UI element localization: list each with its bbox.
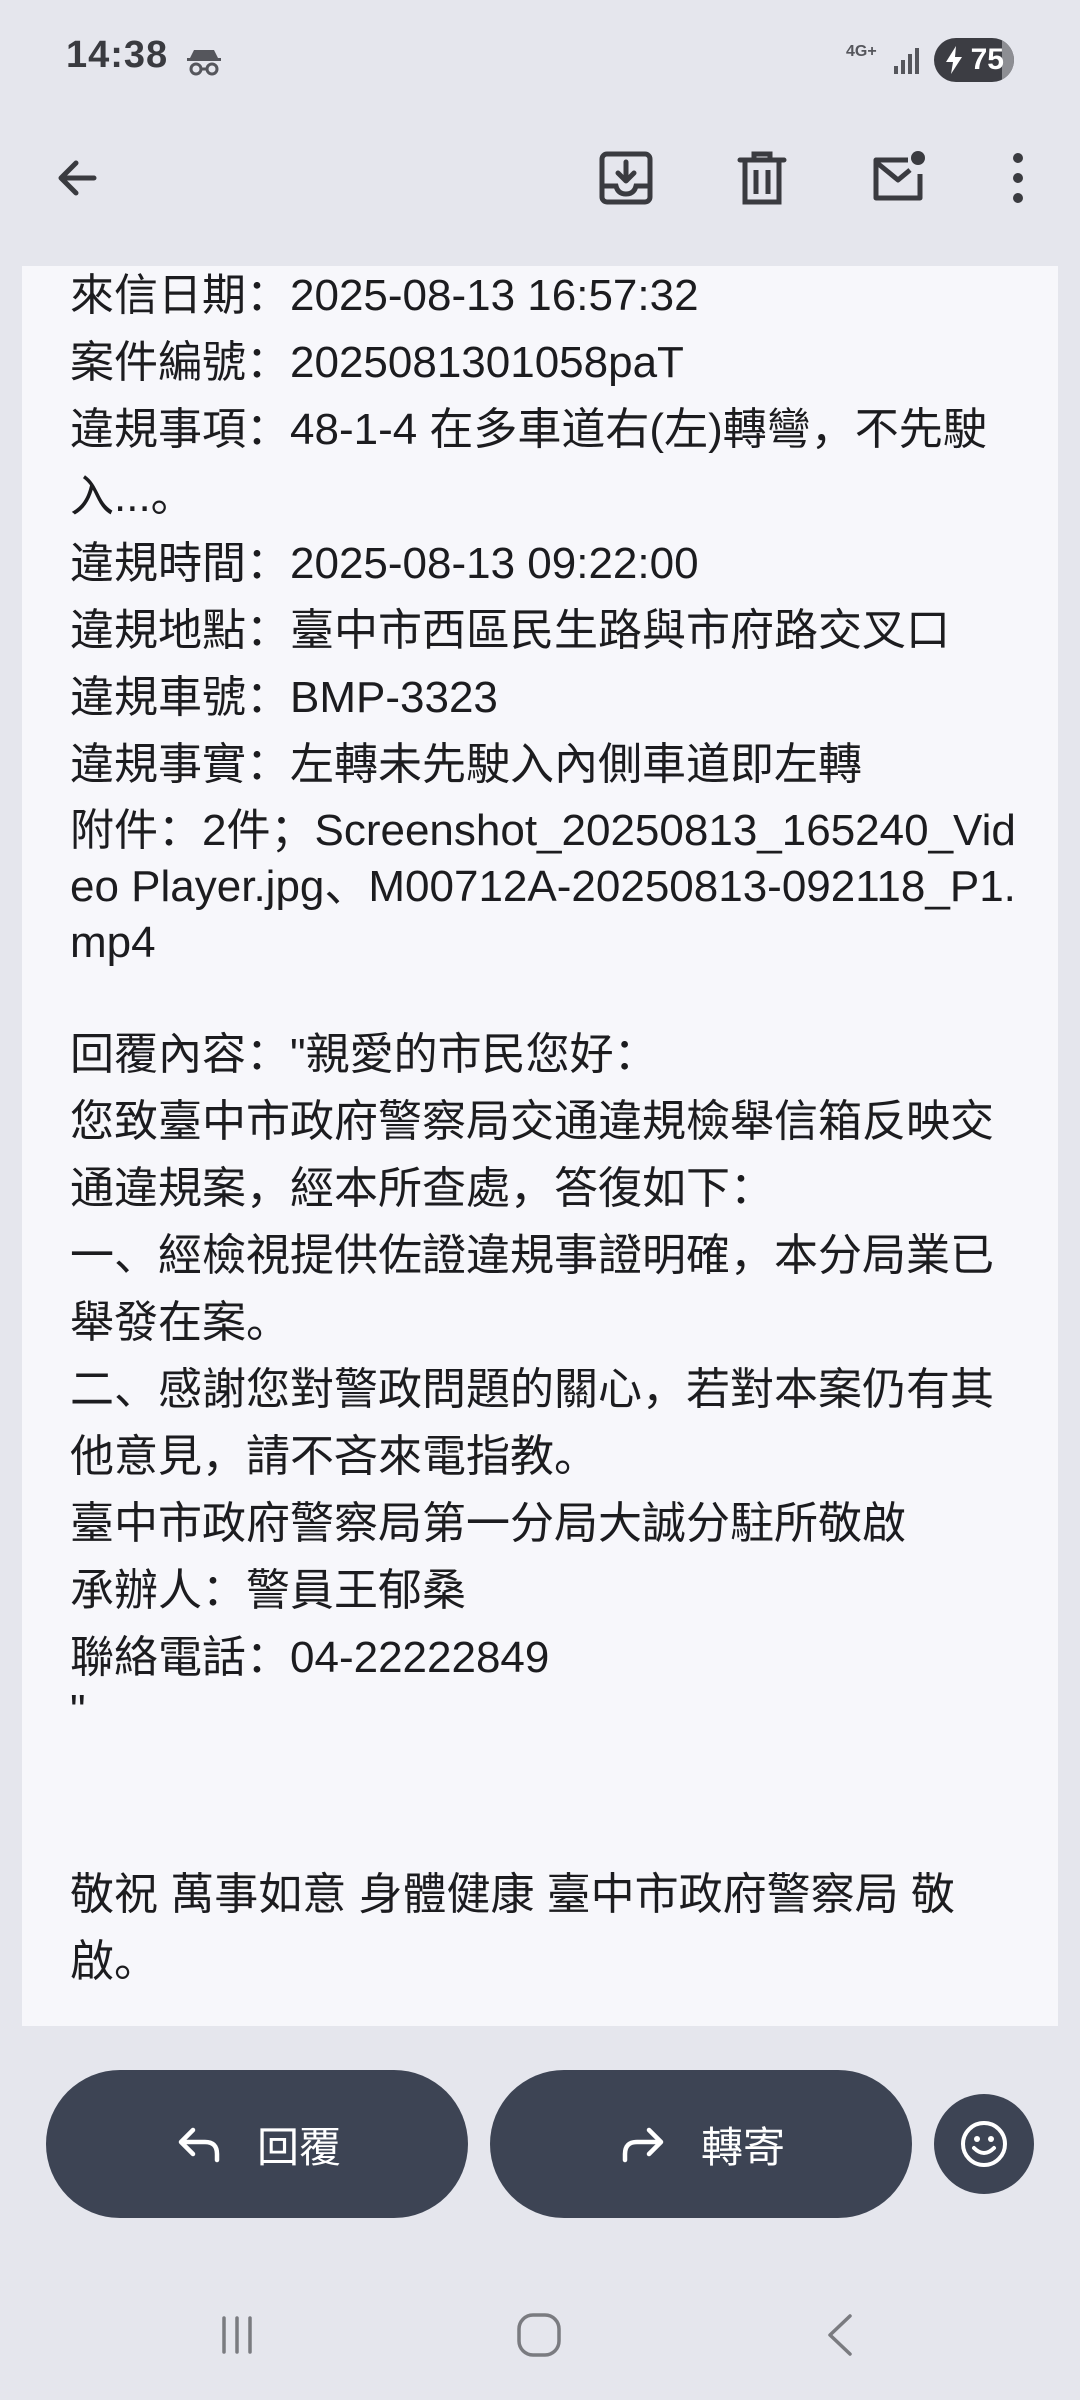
back-chevron-icon xyxy=(828,2314,852,2356)
status-bar: 14:38 4G+ 75 xyxy=(0,0,1080,120)
email-body: 來信日期：2025-08-13 16:57:32 案件編號：2025081301… xyxy=(70,266,1030,1995)
mark-unread-icon xyxy=(873,151,925,201)
smiley-icon xyxy=(961,2121,1007,2167)
recent-apps-icon xyxy=(222,2316,252,2354)
reply-paragraph-one: 一、經檢視提供佐證違規事證明確，本分局業已舉發在案。 xyxy=(70,1231,994,1347)
reply-closing-quote: " xyxy=(70,1686,86,1735)
more-vert-icon xyxy=(1013,153,1023,203)
forward-button[interactable]: 轉寄 xyxy=(490,2070,912,2218)
home-button[interactable] xyxy=(494,2290,584,2380)
battery-indicator: 75 xyxy=(934,38,1014,82)
reply-header: 回覆內容："親愛的市民您好： xyxy=(70,1030,658,1079)
mark-unread-button[interactable] xyxy=(858,138,938,218)
field-attachments: 附件：2件；Screenshot_20250813_165240_Video P… xyxy=(70,806,1016,967)
action-bar: 回覆 轉寄 xyxy=(0,2026,1080,2226)
email-closing: 敬祝 萬事如意 身體健康 臺中市政府警察局 敬啟。 xyxy=(70,1870,955,1986)
battery-level: 75 xyxy=(970,43,1004,76)
battery-charging-icon xyxy=(946,46,962,74)
forward-icon xyxy=(622,2127,664,2163)
field-plate-number: 違規車號：BMP-3323 xyxy=(70,673,498,722)
reply-phone: 聯絡電話：04-22222849 xyxy=(70,1633,550,1682)
archive-button[interactable] xyxy=(586,138,666,218)
field-received-date: 來信日期：2025-08-13 16:57:32 xyxy=(70,271,699,320)
back-arrow-icon xyxy=(58,160,97,196)
delete-button[interactable] xyxy=(722,138,802,218)
forward-button-label: 轉寄 xyxy=(700,2123,785,2171)
reply-button-label: 回覆 xyxy=(256,2123,341,2171)
system-nav-bar xyxy=(0,2270,1080,2400)
back-button[interactable] xyxy=(38,138,118,218)
field-violation-item: 違規事項：48-1-4 在多車道右(左)轉彎，不先駛入...。 xyxy=(70,405,987,521)
field-violation-location: 違規地點：臺中市西區民生路與市府路交叉口 xyxy=(70,606,950,655)
more-options-button[interactable] xyxy=(978,138,1058,218)
status-time: 14:38 xyxy=(66,34,169,76)
reply-paragraph-two: 二、感謝您對警政問題的關心，若對本案仍有其他意見，請不吝來電指教。 xyxy=(70,1365,994,1481)
archive-icon xyxy=(599,151,653,205)
signal-icon xyxy=(894,48,919,74)
back-nav-button[interactable] xyxy=(796,2290,886,2380)
reply-signature-office: 臺中市政府警察局第一分局大誠分駐所敬啟 xyxy=(70,1499,906,1548)
incognito-icon xyxy=(187,50,221,76)
reply-officer: 承辦人：警員王郁桑 xyxy=(70,1566,466,1615)
reply-paragraph-intro: 您致臺中市政府警察局交通違規檢舉信箱反映交通違規案，經本所查處，答復如下： xyxy=(70,1097,994,1213)
recent-apps-button[interactable] xyxy=(192,2290,282,2380)
trash-icon xyxy=(737,151,787,205)
email-body-card: 來信日期：2025-08-13 16:57:32 案件編號：2025081301… xyxy=(22,266,1058,2026)
network-type: 4G+ xyxy=(846,43,877,60)
email-toolbar xyxy=(0,120,1080,266)
reply-button[interactable]: 回覆 xyxy=(46,2070,468,2218)
emoji-reaction-button[interactable] xyxy=(934,2094,1034,2194)
field-violation-time: 違規時間：2025-08-13 09:22:00 xyxy=(70,539,699,588)
field-case-number: 案件編號：2025081301058paT xyxy=(70,338,684,387)
reply-icon xyxy=(178,2127,220,2163)
field-violation-fact: 違規事實：左轉未先駛入內側車道即左轉 xyxy=(70,740,862,789)
home-icon xyxy=(517,2313,561,2357)
